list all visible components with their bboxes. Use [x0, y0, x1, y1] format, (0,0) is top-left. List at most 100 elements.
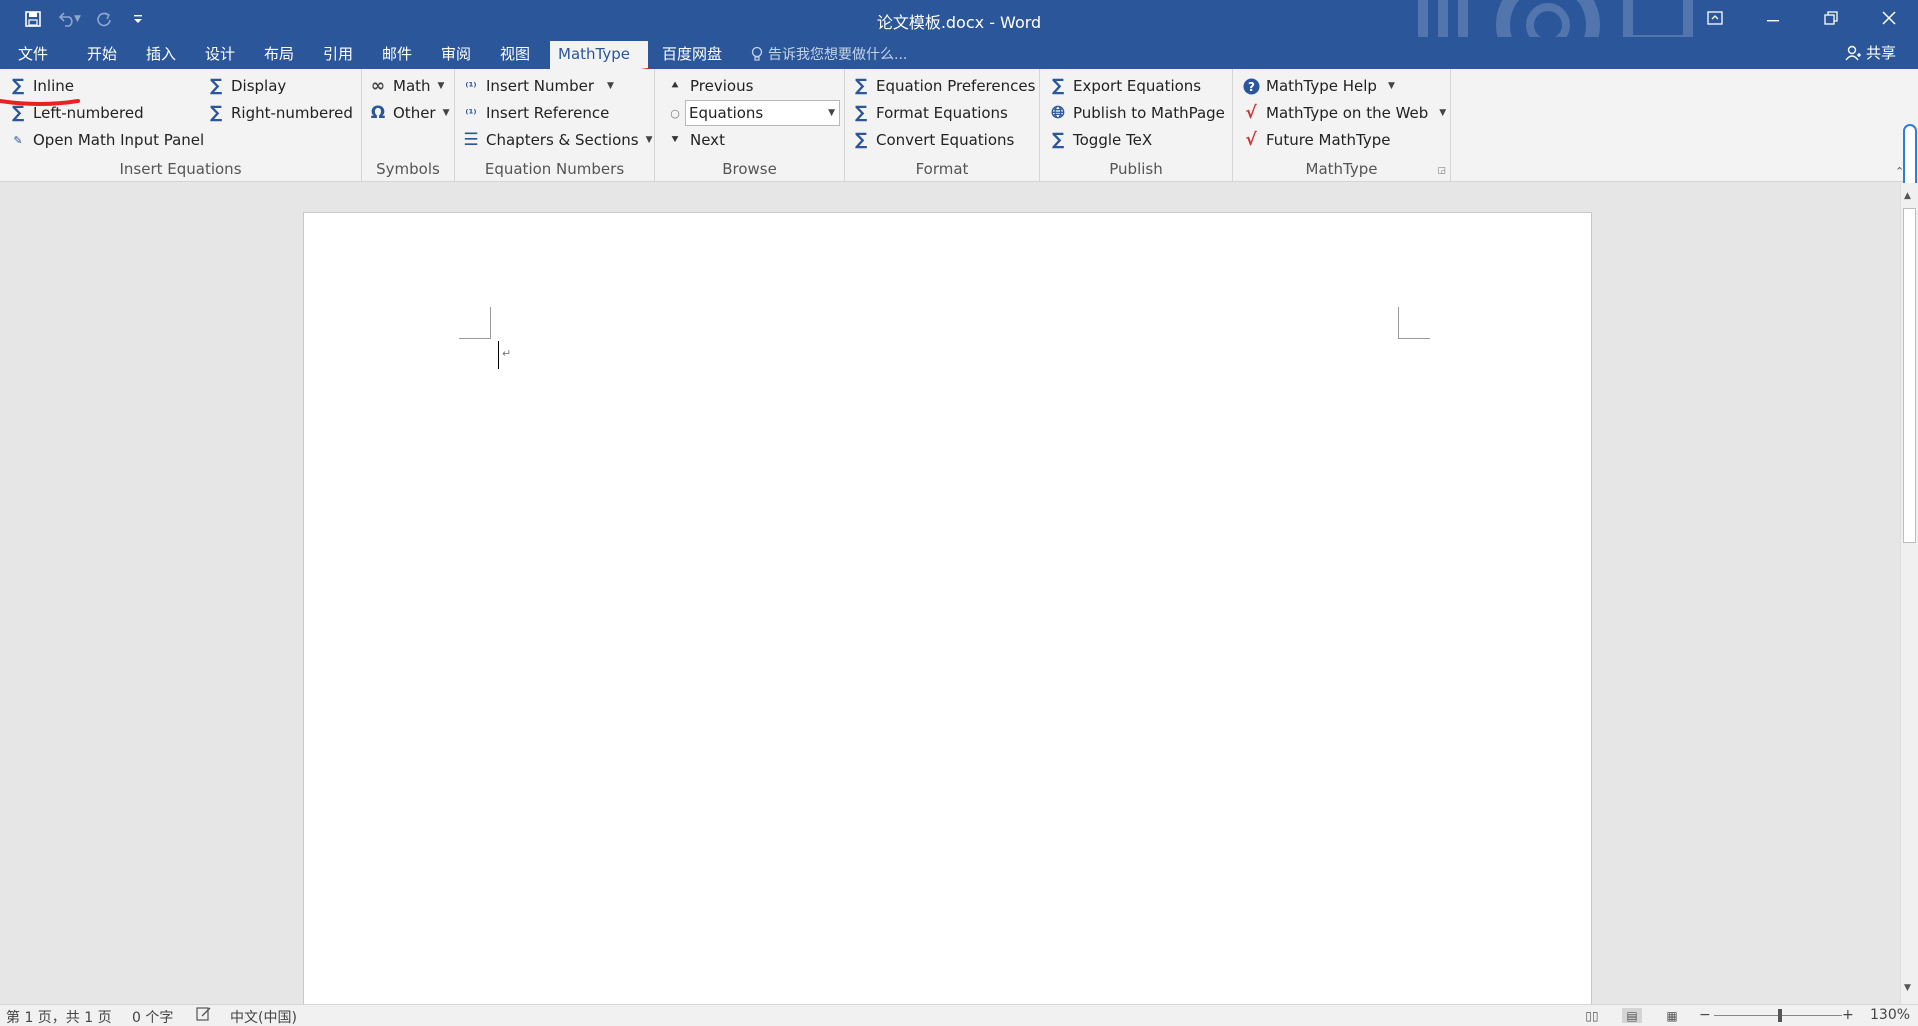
browse-type-select[interactable]: Equations ▼ [685, 100, 840, 126]
publish-mathpage-button[interactable]: 🌐︎ Publish to MathPage [1048, 101, 1225, 125]
insert-number-button[interactable]: ⁽¹⁾ Insert Number ▼ [461, 74, 614, 98]
insert-reference-label: Insert Reference [486, 104, 610, 122]
restore-button[interactable] [1802, 0, 1860, 36]
left-numbered-button[interactable]: ∑ Left-numbered [8, 101, 144, 125]
print-layout-button[interactable]: ▤ [1622, 1008, 1642, 1023]
mathtype-help-label: MathType Help [1266, 77, 1377, 95]
group-label-equation-numbers: Equation Numbers [484, 160, 625, 178]
insert-number-label: Insert Number [486, 77, 595, 95]
read-mode-button[interactable]: ▯▯ [1582, 1008, 1602, 1023]
tab-mailings[interactable]: 邮件 [374, 41, 420, 69]
inline-button[interactable]: ∑ Inline [8, 74, 74, 98]
chapters-sections-button[interactable]: ☰ Chapters & Sections ▼ [461, 128, 653, 152]
title-bar: ▼ 论文模板.docx - Word [0, 0, 1918, 37]
tab-insert[interactable]: 插入 [138, 41, 184, 69]
lightbulb-icon [751, 46, 763, 61]
infinity-icon: ∞ [370, 76, 386, 96]
ribbon-tabs: 文件 开始 插入 设计 布局 引用 邮件 审阅 视图 MathType 百度网盘… [0, 37, 1918, 69]
dialog-launcher-icon[interactable]: ◲ [1437, 166, 1446, 176]
toggle-tex-button[interactable]: ∑ Toggle TeX [1048, 128, 1152, 152]
group-label-format: Format [915, 160, 969, 178]
share-button[interactable]: 共享 [1845, 42, 1896, 63]
convert-icon: ∑ [854, 130, 868, 150]
future-mathtype-button[interactable]: √ Future MathType [1241, 128, 1390, 152]
zoom-in-button[interactable]: + [1842, 1007, 1854, 1023]
group-insert-equations: ∑ Inline ∑ Display ∑ Left-numbered ∑ Rig… [0, 69, 362, 182]
close-button[interactable] [1860, 0, 1918, 36]
equation-preferences-button[interactable]: ∑ Equation Preferences [851, 74, 1036, 98]
tab-view[interactable]: 视图 [492, 41, 538, 69]
right-numbered-button[interactable]: ∑ Right-numbered [206, 101, 353, 125]
next-label: Next [690, 131, 725, 149]
scroll-up-icon[interactable]: ▲ [1904, 191, 1911, 201]
sigma-display-icon: ∑ [209, 76, 223, 96]
equation-number-icon: ⁽¹⁾ [465, 79, 477, 93]
tab-baidu-netdisk[interactable]: 百度网盘 [654, 41, 730, 69]
tab-layout[interactable]: 布局 [256, 41, 302, 69]
format-equations-button[interactable]: ∑ Format Equations [851, 101, 1008, 125]
minimize-button[interactable] [1744, 0, 1802, 36]
tell-me-search[interactable]: 告诉我您想要做什么... [750, 44, 907, 64]
vertical-scrollbar[interactable]: ▲ ▼ [1900, 183, 1918, 1004]
word-count[interactable]: 0 个字 [132, 1007, 173, 1026]
zoom-slider-thumb[interactable] [1778, 1009, 1782, 1022]
export-equations-button[interactable]: ∑ Export Equations [1048, 74, 1201, 98]
group-publish: ∑ Export Equations 🌐︎ Publish to MathPag… [1040, 69, 1233, 182]
export-equations-label: Export Equations [1073, 77, 1202, 95]
tab-home[interactable]: 开始 [79, 41, 125, 69]
help-dropdown-icon: ▼ [1387, 81, 1395, 91]
web-layout-button[interactable]: ▦ [1662, 1008, 1682, 1023]
proofing-icon[interactable] [196, 1007, 212, 1025]
math-symbols-button[interactable]: ∞ Math ▼ [368, 74, 445, 98]
status-bar: 第 1 页，共 1 页 0 个字 中文(中国) ▯▯ ▤ ▦ − + 130% [0, 1004, 1918, 1026]
omega-icon: Ω [370, 103, 386, 123]
zoom-out-button[interactable]: − [1699, 1007, 1711, 1023]
sigma-icon: ∑ [11, 76, 25, 96]
tab-file[interactable]: 文件 [10, 41, 56, 69]
tab-references[interactable]: 引用 [315, 41, 361, 69]
text-cursor [498, 341, 499, 369]
previous-button[interactable]: ⯅ Previous [665, 74, 754, 98]
tab-mathtype[interactable]: MathType [550, 41, 648, 69]
tab-review[interactable]: 审阅 [433, 41, 479, 69]
left-numbered-label: Left-numbered [33, 104, 144, 122]
other-symbols-button[interactable]: Ω Other ▼ [368, 101, 450, 125]
open-math-input-label: Open Math Input Panel [33, 131, 205, 149]
language-indicator[interactable]: 中文(中国) [230, 1007, 297, 1026]
sigma-left-icon: ∑ [11, 103, 25, 123]
group-equation-numbers: ⁽¹⁾ Insert Number ▼ ⁽¹⁾ Insert Reference… [455, 69, 655, 182]
tex-icon: ∑ [1051, 130, 1065, 150]
help-icon: ? [1241, 76, 1261, 96]
next-button[interactable]: ⯆ Next [665, 128, 725, 152]
web-dropdown-icon: ▼ [1439, 108, 1447, 118]
page-count[interactable]: 第 1 页，共 1 页 [6, 1007, 112, 1026]
tell-me-text: 告诉我您想要做什么... [768, 47, 908, 63]
pen-icon: ✎ [13, 133, 23, 147]
ribbon-display-options-button[interactable] [1686, 0, 1744, 36]
insert-reference-button[interactable]: ⁽¹⁾ Insert Reference [461, 101, 609, 125]
convert-equations-button[interactable]: ∑ Convert Equations [851, 128, 1014, 152]
scroll-down-icon[interactable]: ▼ [1904, 983, 1911, 993]
group-symbols: ∞ Math ▼ Ω Other ▼ Symbols [362, 69, 455, 182]
display-button[interactable]: ∑ Display [206, 74, 286, 98]
mathtype-help-button[interactable]: ? MathType Help ▼ [1241, 74, 1395, 98]
group-label-mathtype: MathType [1305, 160, 1378, 178]
svg-text:?: ? [1248, 80, 1255, 94]
mathtype-web-button[interactable]: √ MathType on the Web ▼ [1241, 101, 1446, 125]
zoom-level[interactable]: 130% [1870, 1007, 1910, 1023]
math-label: Math [393, 77, 431, 95]
open-math-input-panel-button[interactable]: ✎ Open Math Input Panel [8, 128, 204, 152]
document-page[interactable]: ↵ [303, 212, 1592, 1012]
other-label: Other [393, 104, 436, 122]
group-label-symbols: Symbols [376, 160, 440, 178]
format-icon: ∑ [854, 103, 868, 123]
tab-design[interactable]: 设计 [197, 41, 243, 69]
restore-icon [1824, 11, 1838, 25]
future-icon: √ [1245, 130, 1257, 150]
sigma-right-icon: ∑ [209, 103, 223, 123]
chapters-dropdown-icon: ▼ [645, 135, 653, 145]
preferences-icon: ∑ [854, 76, 868, 96]
paragraph-mark-icon: ↵ [502, 347, 512, 360]
scroll-thumb[interactable] [1903, 208, 1916, 543]
convert-equations-label: Convert Equations [876, 131, 1015, 149]
